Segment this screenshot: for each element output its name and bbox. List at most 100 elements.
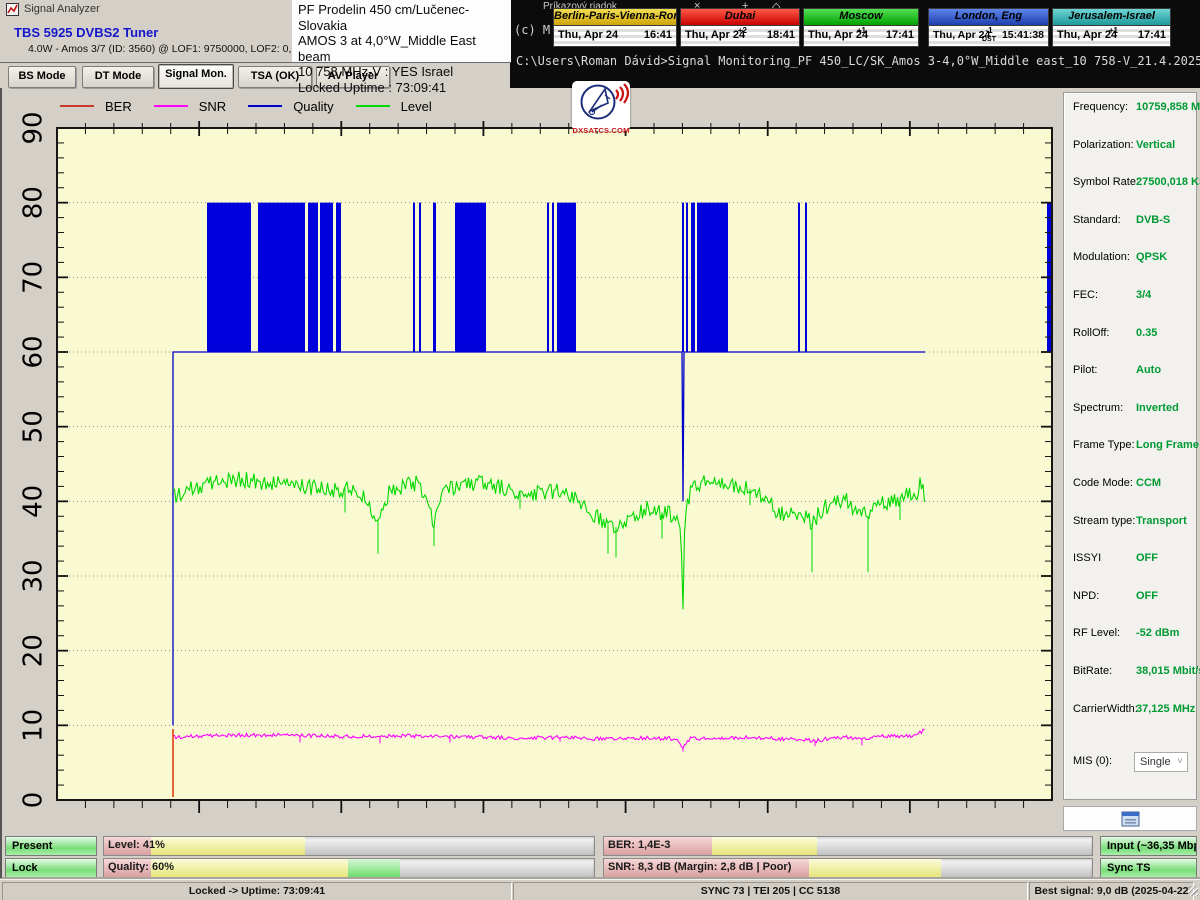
param-label: Polarization: <box>1073 139 1134 151</box>
legend-item-quality: Quality <box>248 99 333 114</box>
clock-display: Thu, Apr 24+117:41 <box>1052 25 1171 47</box>
chevron-down-icon: ˅ <box>1177 753 1183 771</box>
tab-signal-mon[interactable]: Signal Mon. <box>158 64 234 89</box>
clock-london-eng: London, EngThu, Apr 24-1DST15:41:38 <box>928 8 1049 48</box>
legend-line-sample <box>356 105 390 107</box>
save-button[interactable] <box>1115 810 1146 831</box>
info-note-line: PF Prodelin 450 cm/Lučenec-Slovakia <box>298 2 511 33</box>
mis-select[interactable]: Single˅ <box>1134 752 1188 772</box>
save-panel <box>1063 806 1197 831</box>
param-row: Symbol Rate:27500,018 KS/s <box>1064 176 1196 192</box>
param-row-mis: MIS (0): Single˅ <box>1064 755 1196 771</box>
meter-fill-yellow <box>151 837 305 855</box>
clock-date: Thu, Apr 24 <box>558 29 618 41</box>
meter-fill-yellow <box>809 859 941 877</box>
clock-berlin-paris-vienna-roma: Berlin-Paris-Vienna-RomaThu, Apr 2416:41 <box>553 8 677 48</box>
clock-date: Thu, Apr 24 <box>685 29 745 41</box>
clock-moscow: MoscowThu, Apr 24+117:41 <box>803 8 919 48</box>
info-note-line: AMOS 3 at 4,0°W_Middle East beam <box>298 33 511 64</box>
chart-legend: BER SNR Quality Level <box>60 95 454 117</box>
clock-city: Moscow <box>803 8 919 25</box>
indicator-sync-ts: Sync TS <box>1100 858 1197 878</box>
meter-snr: SNR: 8,3 dB (Margin: 2,8 dB | Poor) <box>603 858 1093 878</box>
param-row: Spectrum:Inverted <box>1064 402 1196 418</box>
clock-utc-offset: +2 <box>738 26 747 35</box>
meter-level: Level: 41% <box>103 836 595 856</box>
title-bar: Signal Analyzer <box>0 0 292 18</box>
clock-time: 18:41 <box>767 29 795 41</box>
param-row: ISSYIOFF <box>1064 552 1196 568</box>
app-window: Signal Analyzer TBS 5925 DVBS2 Tuner 4.0… <box>0 0 1200 900</box>
signal-chart: 0102030405060708090 <box>8 92 1058 828</box>
tabstrip-divider <box>0 62 511 63</box>
y-axis-tick-label: 20 <box>19 634 49 667</box>
y-axis-tick-label: 0 <box>19 792 49 809</box>
y-axis-tick-label: 70 <box>19 261 49 294</box>
param-value: CCM <box>1136 477 1161 489</box>
legend-label: Quality <box>293 99 333 114</box>
window-title: Signal Analyzer <box>24 3 100 15</box>
clock-city: Jerusalem-Israel <box>1052 8 1171 25</box>
y-axis-tick-label: 80 <box>19 186 49 219</box>
meter-fill-green <box>348 859 400 877</box>
tab-dt-mode[interactable]: DT Mode <box>82 66 154 88</box>
clock-time: 17:41 <box>1138 29 1166 41</box>
param-value: OFF <box>1136 590 1158 602</box>
param-row: CarrierWidth:37,125 MHz <box>1064 703 1196 719</box>
logo-satellite-icon <box>572 109 630 126</box>
param-label: NPD: <box>1073 590 1099 602</box>
info-note-line: 10 758 MHz-V : YES Israel <box>298 64 511 80</box>
status-uptime: Locked -> Uptime: 73:09:41 <box>2 882 512 900</box>
legend-line-sample <box>248 105 282 107</box>
mis-label: MIS (0): <box>1073 755 1112 767</box>
meter-label: Level: 41% <box>108 839 165 851</box>
param-value: QPSK <box>1136 251 1167 263</box>
param-row: Stream type:Transport <box>1064 515 1196 531</box>
indicator-input-36-35-mbps: Input (~36,35 Mbps) <box>1100 836 1197 856</box>
logo-text: DXSATCS.COM <box>572 127 630 135</box>
param-label: Code Mode: <box>1073 477 1133 489</box>
meter-fill-yellow <box>151 859 348 877</box>
legend-item-ber: BER <box>60 99 132 114</box>
param-value: 10759,858 MHz <box>1136 101 1200 113</box>
legend-label: Level <box>401 99 432 114</box>
legend-line-sample <box>154 105 188 107</box>
terminal-prompt-line: C:\Users\Roman Dávid>Signal Monitoring_P… <box>516 54 1200 68</box>
legend-item-level: Level <box>356 99 432 114</box>
param-row: RF Level:-52 dBm <box>1064 627 1196 643</box>
clock-time: 15:41:38 <box>1002 29 1044 41</box>
legend-line-sample <box>60 105 94 107</box>
clock-jerusalem-israel: Jerusalem-IsraelThu, Apr 24+117:41 <box>1052 8 1171 48</box>
param-label: Modulation: <box>1073 251 1130 263</box>
window-edge <box>0 88 2 878</box>
tuner-name: TBS 5925 DVBS2 Tuner <box>14 25 158 40</box>
status-sync-counters: SYNC 73 | TEI 205 | CC 5138 <box>513 882 1028 900</box>
param-label: BitRate: <box>1073 665 1112 677</box>
tab-bs-mode[interactable]: BS Mode <box>8 66 76 88</box>
param-label: ISSYI <box>1073 552 1101 564</box>
param-label: Pilot: <box>1073 364 1097 376</box>
param-value: Long Frame <box>1136 439 1199 451</box>
param-row: Polarization:Vertical <box>1064 139 1196 155</box>
param-row: Code Mode:CCM <box>1064 477 1196 493</box>
param-row: Modulation: QPSK <box>1064 251 1196 267</box>
dxsatcs-logo: DXSATCS.COM <box>572 81 630 131</box>
clock-utc-offset: -1DST <box>982 26 996 44</box>
meter-label: BER: 1,4E-3 <box>608 839 670 851</box>
y-axis-tick-label: 40 <box>19 485 49 518</box>
param-label: CarrierWidth: <box>1073 703 1138 715</box>
resize-grip[interactable] <box>1188 886 1198 896</box>
param-value: 0.35 <box>1136 327 1157 339</box>
clock-dubai: DubaiThu, Apr 24+218:41 <box>680 8 800 48</box>
param-row: Frame Type:Long Frame <box>1064 439 1196 455</box>
indicator-present: Present <box>5 836 97 856</box>
y-axis-tick-label: 90 <box>19 111 49 144</box>
meter-fill-yellow <box>712 837 817 855</box>
clock-city: Berlin-Paris-Vienna-Roma <box>553 8 677 25</box>
y-axis-tick-label: 60 <box>19 335 49 368</box>
params-panel: Frequency:10759,858 MHzPolarization:Vert… <box>1063 92 1197 800</box>
param-label: Spectrum: <box>1073 402 1123 414</box>
param-label: Symbol Rate: <box>1073 176 1139 188</box>
legend-label: SNR <box>199 99 226 114</box>
meter-quality: Quality: 60% <box>103 858 595 878</box>
